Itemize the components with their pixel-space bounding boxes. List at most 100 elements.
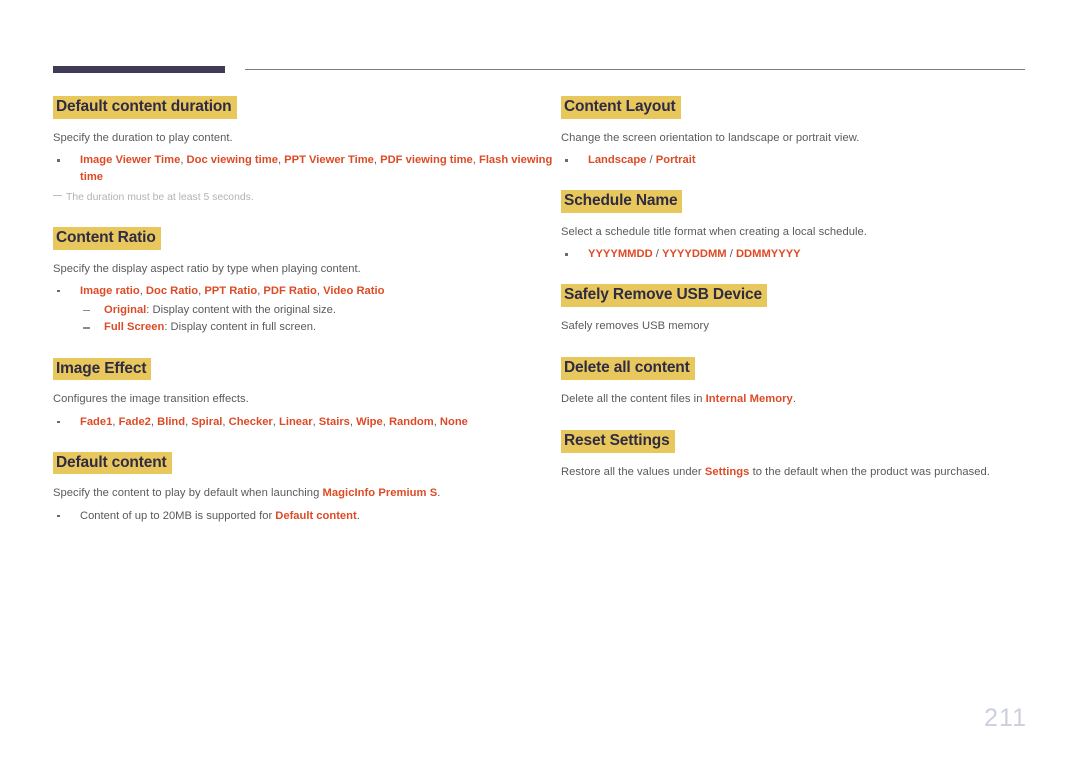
- section-heading: Default content: [53, 451, 172, 475]
- doc-section: Schedule Name Select a schedule title for…: [561, 190, 1028, 284]
- doc-section: Default content Specify the content to pl…: [53, 451, 561, 546]
- section-description: Specify the display aspect ratio by type…: [53, 262, 361, 275]
- accent-term: Doc viewing time: [186, 154, 278, 167]
- section-heading: Content Layout: [561, 96, 681, 119]
- plain-text: .: [437, 487, 441, 500]
- accent-term: Spiral: [191, 415, 223, 428]
- accent-term: Full Screen: [104, 321, 165, 334]
- bullet-list: Content of up to 20MB is supported for D…: [53, 508, 561, 525]
- plain-text: /: [726, 248, 736, 261]
- bullet-list: Fade1, Fade2, Blind, Spiral, Checker, Li…: [53, 414, 561, 431]
- accent-term: Internal Memory: [705, 393, 793, 406]
- sub-bullet-list: Original: Display content with the origi…: [80, 302, 561, 337]
- list-item: YYYYMMDD / YYYYDDMM / DDMMYYYY: [561, 246, 1028, 263]
- list-item: Landscape / Portrait: [561, 152, 1028, 169]
- bullet-list: YYYYMMDD / YYYYDDMM / DDMMYYYY: [561, 246, 1028, 263]
- accent-term: PPT Ratio: [204, 284, 258, 297]
- section-heading: Schedule Name: [561, 190, 683, 213]
- accent-term: MagicInfo Premium S: [322, 487, 438, 500]
- accent-term: Video Ratio: [323, 284, 385, 297]
- accent-term: Fade1: [80, 415, 113, 428]
- accent-term: Stairs: [318, 415, 350, 428]
- section-heading: Delete all content: [561, 357, 695, 381]
- plain-text: Delete all the content files in: [561, 393, 706, 406]
- doc-section: Content Ratio Specify the display aspect …: [53, 226, 561, 358]
- plain-text: Content of up to 20MB is supported for: [80, 509, 276, 522]
- section-description: Delete all the content files in Internal…: [561, 391, 1028, 407]
- section-description: Change the screen orientation to landsca…: [561, 131, 860, 144]
- accent-term: None: [439, 415, 468, 428]
- list-item: Image ratio, Doc Ratio, PPT Ratio, PDF R…: [53, 283, 561, 337]
- list-item: Image Viewer Time, Doc viewing time, PPT…: [53, 152, 561, 186]
- section-description: Select a schedule title format when crea…: [561, 225, 867, 238]
- section-description: Specify the duration to play content.: [53, 131, 233, 144]
- section-heading: Safely Remove USB Device: [561, 284, 767, 307]
- section-description: Configures the image transition effects.: [53, 393, 249, 406]
- accent-term: Doc Ratio: [145, 284, 199, 297]
- page-content: Default content duration Specify the dura…: [53, 96, 1028, 546]
- accent-term: Random: [388, 415, 434, 428]
- doc-section: Content Layout Change the screen orientat…: [561, 96, 1028, 190]
- bullet-list: Image ratio, Doc Ratio, PPT Ratio, PDF R…: [53, 283, 561, 337]
- section-heading: Reset Settings: [561, 430, 675, 454]
- doc-section: Image Effect Configures the image transit…: [53, 357, 561, 452]
- bullet-list: Image Viewer Time, Doc viewing time, PPT…: [53, 152, 561, 186]
- accent-term: Linear: [279, 415, 313, 428]
- section-description: Specify the content to play by default w…: [53, 485, 561, 501]
- accent-term: PPT Viewer Time: [284, 154, 374, 167]
- sub-list-item: Original: Display content with the origi…: [80, 302, 561, 319]
- right-column: Content Layout Change the screen orientat…: [561, 96, 1028, 546]
- sub-list-item: Full Screen: Display content in full scr…: [80, 319, 561, 336]
- accent-term: Original: [104, 303, 147, 316]
- accent-term: YYYYMMDD: [588, 248, 653, 261]
- accent-term: PDF viewing time: [380, 154, 473, 167]
- accent-term: Landscape: [588, 154, 647, 167]
- page-number: 211: [984, 704, 1027, 732]
- accent-term: Image ratio: [80, 284, 140, 297]
- section-heading: Content Ratio: [53, 226, 161, 250]
- list-item: Content of up to 20MB is supported for D…: [53, 508, 561, 525]
- doc-section: Safely Remove USB Device Safely removes U…: [561, 284, 1028, 357]
- header-rule-thin: [245, 69, 1025, 70]
- accent-term: Portrait: [655, 154, 696, 167]
- header-rule-thick: [53, 66, 225, 73]
- doc-section: Reset Settings Restore all the values und…: [561, 430, 1028, 503]
- page-header-rules: [53, 66, 1025, 76]
- plain-text: .: [356, 509, 360, 522]
- accent-term: Wipe: [356, 415, 383, 428]
- plain-text: /: [652, 248, 662, 261]
- section-description: Safely removes USB memory: [561, 319, 709, 332]
- bullet-list: Landscape / Portrait: [561, 152, 1028, 169]
- accent-term: DDMMYYYY: [735, 248, 801, 261]
- section-heading: Image Effect: [53, 357, 152, 381]
- plain-text: to the default when the product was purc…: [749, 466, 990, 479]
- plain-text: : Display content in full screen.: [164, 321, 317, 334]
- plain-text: .: [792, 393, 796, 406]
- doc-section: Delete all content Delete all the content…: [561, 357, 1028, 430]
- plain-text: Restore all the values under: [561, 466, 705, 479]
- doc-section: Default content duration Specify the dura…: [53, 96, 561, 227]
- list-item: Fade1, Fade2, Blind, Spiral, Checker, Li…: [53, 414, 561, 431]
- accent-term: Default content: [275, 509, 357, 522]
- plain-text: /: [646, 154, 656, 167]
- accent-term: Blind: [157, 415, 186, 428]
- accent-term: Settings: [704, 466, 750, 479]
- accent-term: PDF Ratio: [263, 284, 317, 297]
- accent-term: Image Viewer Time: [80, 154, 181, 167]
- accent-term: YYYYDDMM: [661, 248, 727, 261]
- section-heading: Default content duration: [53, 96, 237, 119]
- accent-term: Checker: [228, 415, 273, 428]
- section-description: Restore all the values under Settings to…: [561, 464, 1028, 480]
- left-column: Default content duration Specify the dura…: [53, 96, 561, 546]
- accent-term: Fade2: [118, 415, 151, 428]
- plain-text: : Display content with the original size…: [146, 303, 336, 316]
